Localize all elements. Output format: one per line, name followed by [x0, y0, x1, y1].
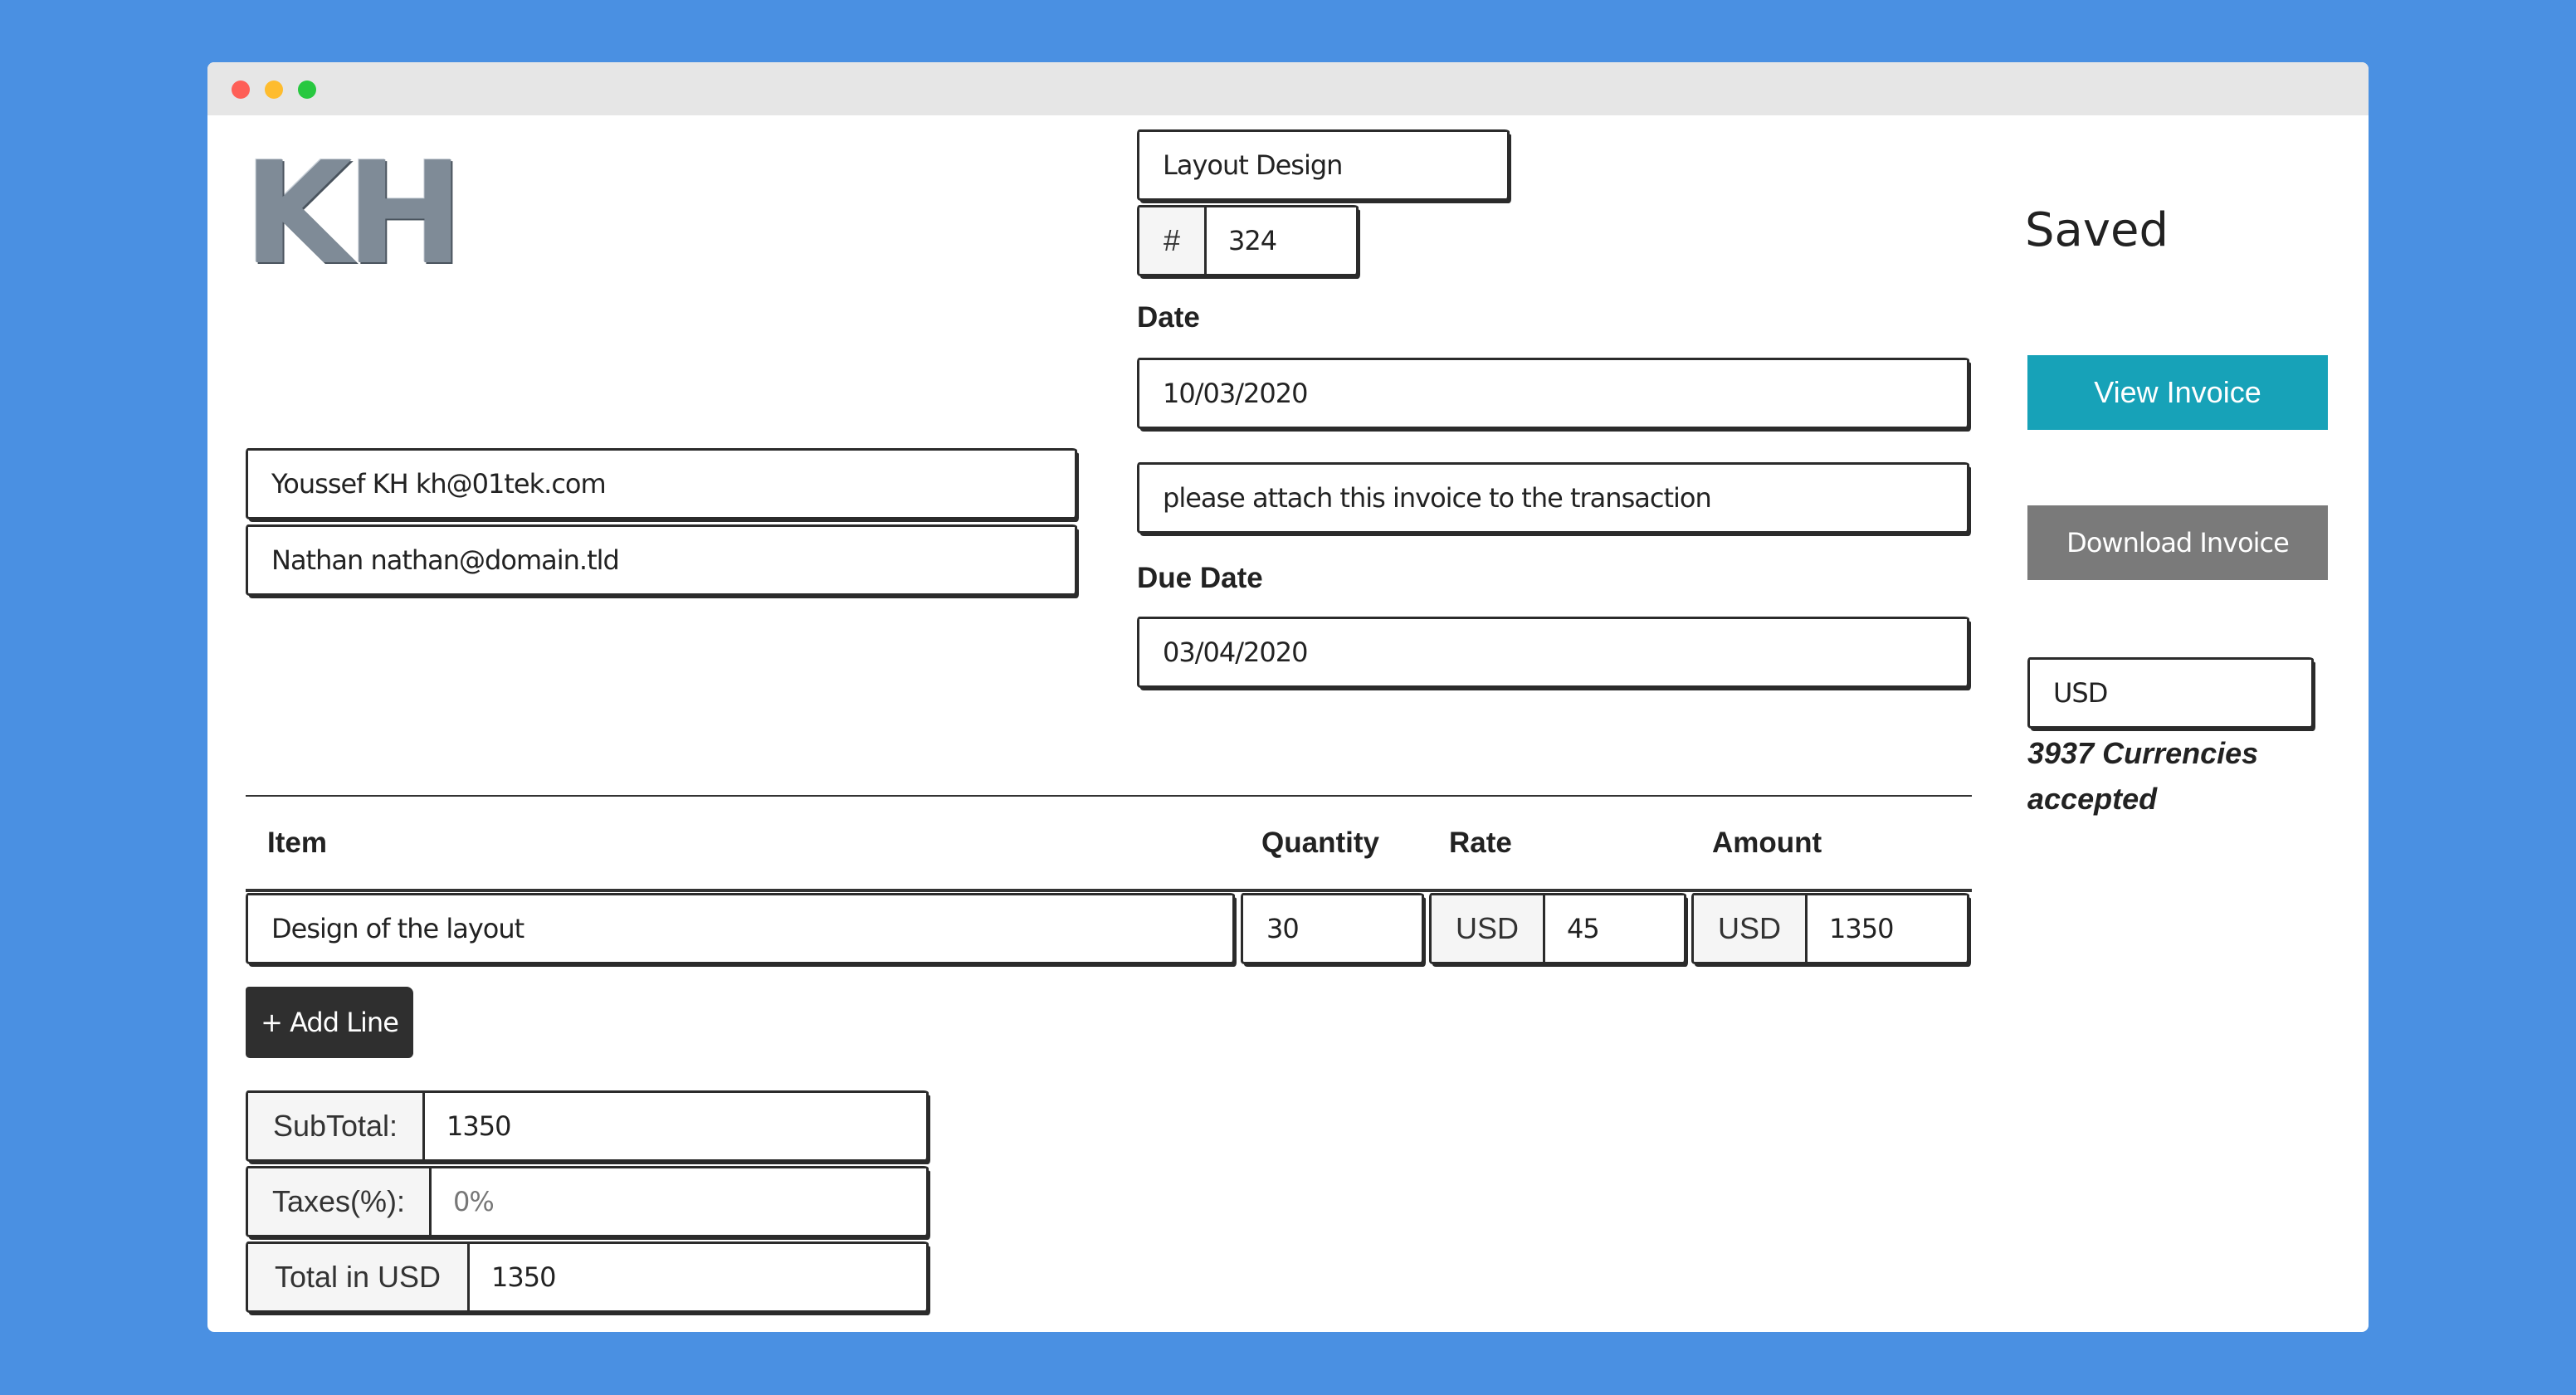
line-item-amount-currency: USD [1694, 895, 1808, 962]
rate-column-header: Rate [1449, 827, 1512, 859]
total-label: Total in USD [248, 1244, 470, 1310]
due-date-value: 03/04/2020 [1163, 637, 1308, 668]
currency-note: 3937 Currencies accepted [2027, 736, 2259, 816]
from-field-value: Youssef KH kh@01tek.com [271, 468, 607, 500]
currency-value: USD [2053, 677, 2108, 709]
window-titlebar [207, 62, 2369, 115]
invoice-number-prefix: # [1139, 207, 1207, 274]
line-item-quantity-field[interactable]: 30 [1241, 893, 1424, 964]
download-invoice-button[interactable]: Download Invoice [2027, 505, 2328, 580]
company-logo[interactable]: KH [243, 144, 464, 285]
to-field-value: Nathan nathan@domain.tld [271, 544, 620, 576]
date-label: Date [1137, 301, 1200, 334]
note-value: please attach this invoice to the transa… [1163, 482, 1712, 514]
taxes-placeholder: 0% [453, 1186, 495, 1217]
save-status: Saved [2025, 203, 2169, 257]
close-window-dot-icon[interactable] [232, 80, 250, 99]
date-value: 10/03/2020 [1163, 378, 1308, 409]
due-date-field[interactable]: 03/04/2020 [1137, 617, 1969, 688]
amount-column-header: Amount [1712, 827, 1822, 859]
line-item-amount-value: 1350 [1829, 913, 1894, 944]
taxes-field[interactable]: Taxes(%): 0% [246, 1166, 929, 1237]
line-item-rate-currency: USD [1432, 895, 1545, 962]
quantity-column-header: Quantity [1261, 827, 1379, 859]
line-item-rate-value: 45 [1567, 913, 1600, 944]
line-item-quantity-value: 30 [1266, 913, 1300, 944]
invoice-title-value: Layout Design [1163, 149, 1343, 181]
invoice-title-field[interactable]: Layout Design [1137, 129, 1510, 201]
from-field[interactable]: Youssef KH kh@01tek.com [246, 448, 1077, 519]
line-item-rate-field[interactable]: USD 45 [1429, 893, 1686, 964]
note-field[interactable]: please attach this invoice to the transa… [1137, 462, 1969, 534]
item-column-header: Item [267, 827, 327, 859]
subtotal-field[interactable]: SubTotal: 1350 [246, 1090, 929, 1162]
currency-field[interactable]: USD [2027, 657, 2314, 729]
maximize-window-dot-icon[interactable] [298, 80, 316, 99]
line-item-description-field[interactable]: Design of the layout [246, 893, 1235, 964]
section-divider [246, 795, 1972, 797]
due-date-label: Due Date [1137, 562, 1263, 594]
to-field[interactable]: Nathan nathan@domain.tld [246, 524, 1077, 596]
line-item-description-value: Design of the layout [271, 913, 524, 944]
view-invoice-button[interactable]: View Invoice [2027, 355, 2328, 430]
minimize-window-dot-icon[interactable] [265, 80, 283, 99]
taxes-label: Taxes(%): [248, 1168, 432, 1235]
date-field[interactable]: 10/03/2020 [1137, 358, 1969, 429]
invoice-number-value: 324 [1228, 225, 1277, 256]
total-field[interactable]: Total in USD 1350 [246, 1241, 929, 1313]
add-line-button[interactable]: + Add Line [246, 987, 413, 1058]
total-value: 1350 [491, 1261, 556, 1293]
table-header-rule [246, 889, 1972, 892]
invoice-number-field[interactable]: # 324 [1137, 205, 1359, 276]
subtotal-value: 1350 [446, 1110, 511, 1142]
subtotal-label: SubTotal: [248, 1093, 425, 1159]
line-item-amount-field[interactable]: USD 1350 [1691, 893, 1969, 964]
